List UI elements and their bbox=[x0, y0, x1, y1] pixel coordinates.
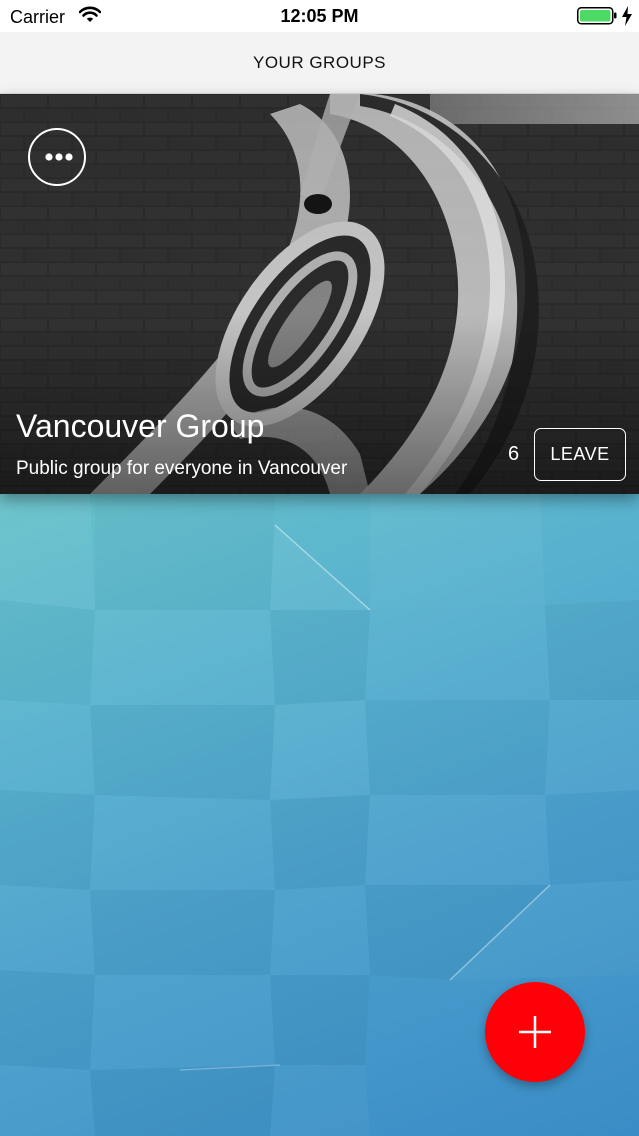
page-title: YOUR GROUPS bbox=[252, 53, 387, 72]
status-bar: Carrier 12:05 PM bbox=[0, 0, 639, 32]
member-count: 6 bbox=[508, 443, 520, 465]
plus-icon bbox=[519, 1016, 551, 1048]
battery-icon bbox=[577, 7, 617, 30]
nav-bar: YOUR GROUPS bbox=[0, 32, 639, 94]
group-name: Vancouver Group bbox=[16, 408, 265, 444]
group-description: Public group for everyone in Vancouver bbox=[16, 458, 348, 479]
add-group-button[interactable] bbox=[485, 982, 585, 1082]
group-card[interactable]: Vancouver Group Public group for everyon… bbox=[0, 94, 639, 494]
leave-group-button[interactable]: LEAVE bbox=[534, 428, 626, 481]
more-options-button[interactable] bbox=[28, 128, 86, 186]
more-icon bbox=[45, 153, 73, 161]
screen: Carrier 12:05 PM YOUR GROUPS Vancouver G… bbox=[0, 0, 639, 1136]
clock: 12:05 PM bbox=[280, 6, 359, 26]
charging-icon bbox=[621, 6, 633, 31]
